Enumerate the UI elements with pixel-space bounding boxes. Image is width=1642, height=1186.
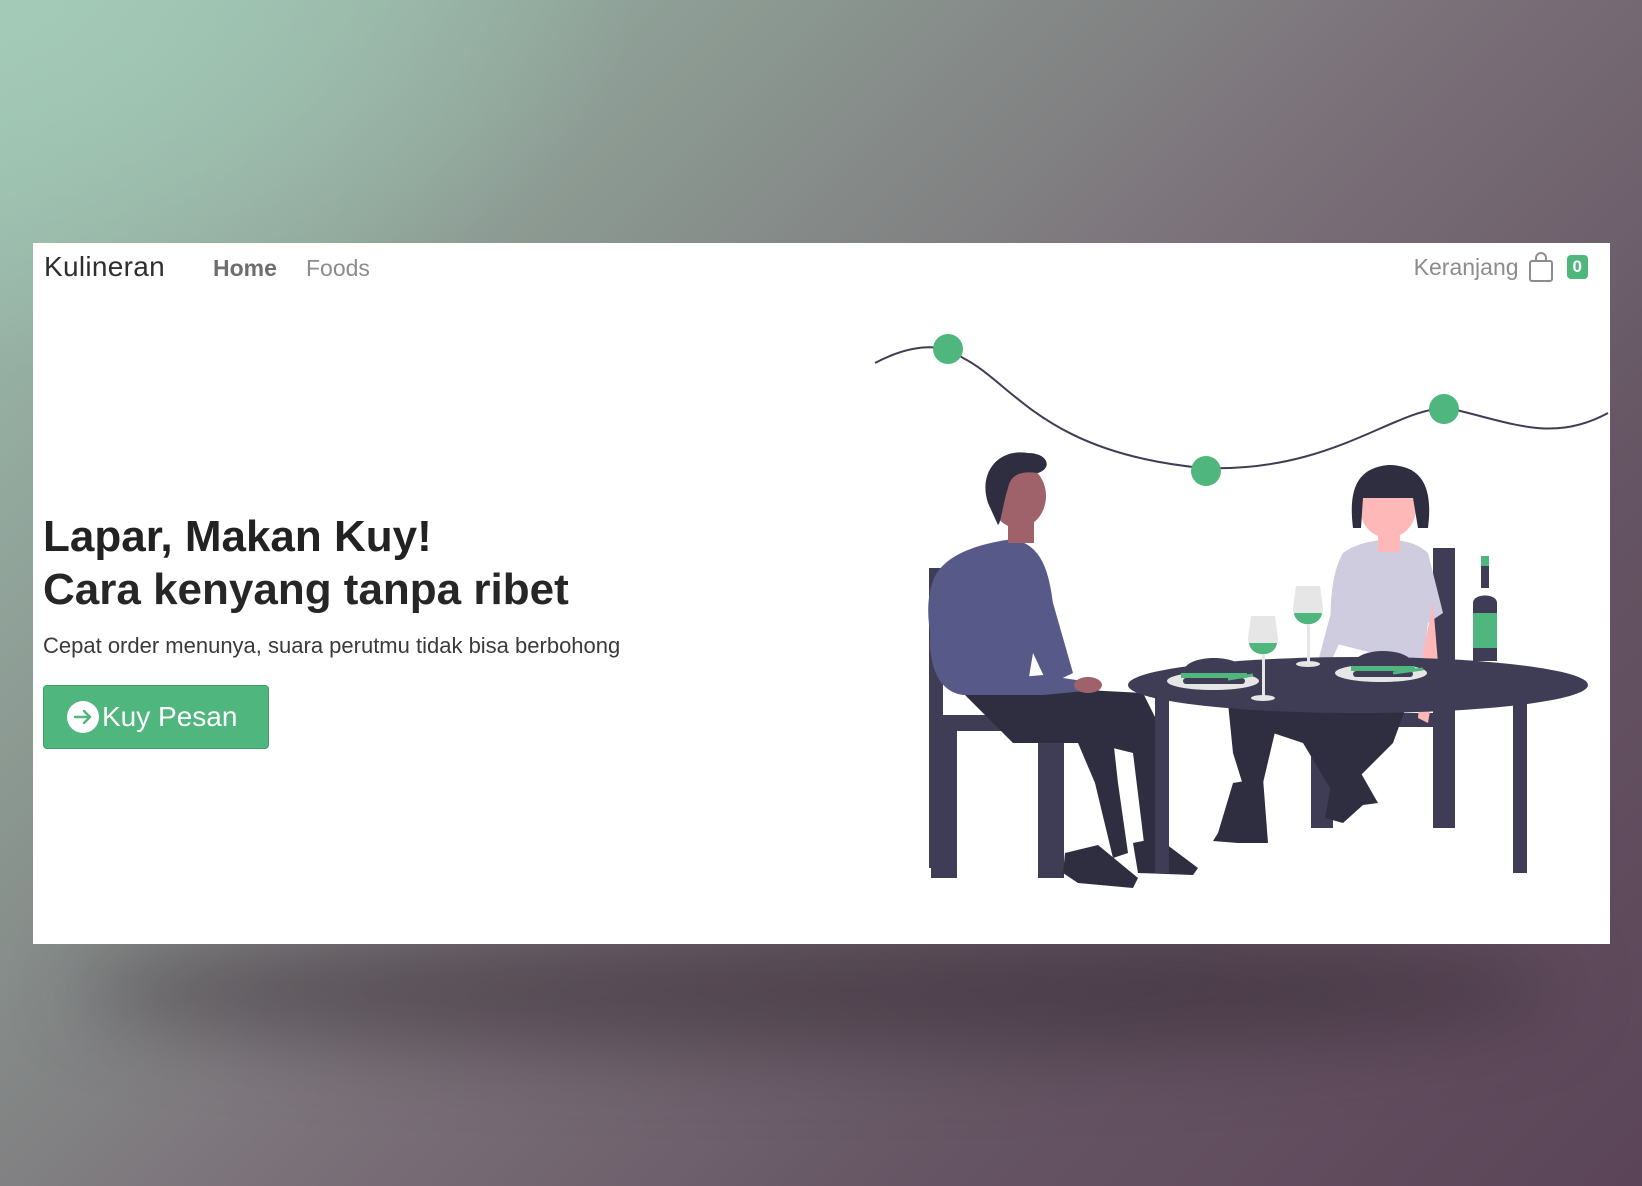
arrow-right-circle-icon (66, 700, 100, 734)
cart-label: Keranjang (1413, 253, 1519, 280)
cart-count-badge: 0 (1566, 255, 1588, 279)
couple-dining-illustration (833, 313, 1610, 944)
light-bulb (933, 334, 963, 364)
light-bulb (1191, 456, 1221, 486)
order-now-button[interactable]: Kuy Pesan (43, 685, 269, 749)
hero-description: Cepat order menunya, suara perutmu tidak… (43, 633, 621, 658)
nav-link-foods[interactable]: Foods (306, 255, 370, 282)
nav-link-home[interactable]: Home (213, 255, 277, 282)
shopping-bag-icon (1527, 251, 1555, 283)
navbar: Kulineran Home Foods Keranjang 0 (33, 243, 1610, 297)
order-now-label: Kuy Pesan (102, 701, 238, 732)
wine-glass-right (1293, 586, 1323, 667)
wine-bottle (1473, 556, 1497, 661)
window-shadow (80, 930, 1560, 1050)
brand-logo[interactable]: Kulineran (44, 251, 165, 283)
cart-link[interactable]: Keranjang 0 (1414, 251, 1588, 283)
light-bulb (1429, 394, 1459, 424)
browser-page: Kulineran Home Foods Keranjang 0 Lapar, … (33, 243, 1610, 944)
hero-title: Lapar, Makan Kuy! (43, 512, 432, 561)
hero-subtitle: Cara kenyang tanpa ribet (43, 565, 569, 614)
string-light-wire (874, 346, 1609, 470)
hero-section: Lapar, Makan Kuy! Cara kenyang tanpa rib… (43, 511, 803, 661)
